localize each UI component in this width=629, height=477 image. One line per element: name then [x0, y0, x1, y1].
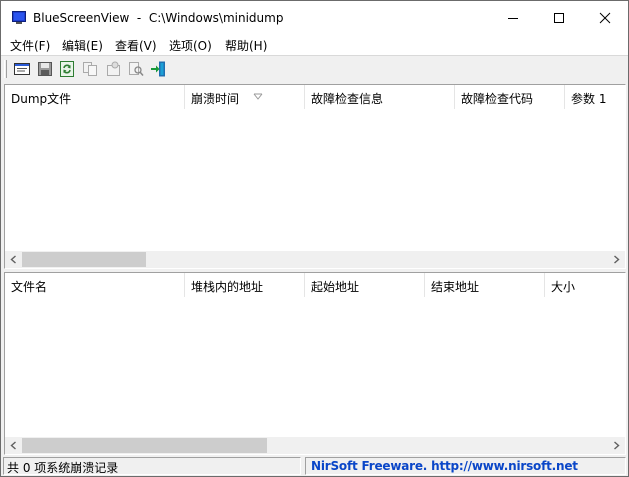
toolbar-grip[interactable] — [4, 60, 7, 78]
column-label: 起始地址 — [311, 280, 360, 294]
scroll-right-button[interactable] — [608, 251, 625, 268]
title-bar[interactable]: BlueScreenView - C:\Windows\minidump — [1, 1, 628, 35]
chevron-right-icon — [614, 441, 620, 450]
column-to-address[interactable]: 结束地址 — [425, 273, 545, 297]
chevron-left-icon — [10, 255, 16, 264]
save-icon[interactable] — [36, 60, 54, 78]
menu-edit[interactable]: 编辑(E) — [62, 37, 103, 54]
column-bugcheck-string[interactable]: 故障检查信息 — [305, 85, 455, 109]
toolbar — [1, 55, 628, 81]
scroll-thumb[interactable] — [22, 252, 146, 267]
maximize-button[interactable] — [536, 1, 582, 35]
menu-options[interactable]: 选项(O) — [169, 37, 212, 54]
close-button[interactable] — [582, 1, 628, 35]
refresh-icon[interactable] — [58, 60, 76, 78]
find-icon[interactable] — [127, 60, 145, 78]
column-size[interactable]: 大小 — [545, 273, 625, 297]
minimize-button[interactable] — [490, 1, 536, 35]
status-count-panel: 共 0 项系统崩溃记录 — [3, 457, 301, 475]
column-dump-file[interactable]: Dump文件 — [5, 85, 185, 109]
scroll-left-button[interactable] — [5, 437, 22, 454]
chevron-left-icon — [10, 441, 16, 450]
driver-list-hscrollbar[interactable] — [5, 437, 625, 454]
column-filename[interactable]: 文件名 — [5, 273, 185, 297]
status-bar: 共 0 项系统崩溃记录 NirSoft Freeware. http://www… — [1, 455, 628, 476]
properties-window-icon[interactable] — [13, 60, 31, 78]
column-label: 参数 1 — [571, 92, 607, 106]
column-label: 文件名 — [11, 280, 48, 294]
close-icon — [599, 12, 611, 24]
column-parameter-1[interactable]: 参数 1 — [565, 85, 625, 109]
scroll-thumb[interactable] — [22, 438, 267, 453]
minimize-icon — [508, 18, 518, 19]
status-link-panel: NirSoft Freeware. http://www.nirsoft.net — [305, 457, 626, 475]
column-label: 堆栈内的地址 — [191, 280, 264, 294]
advanced-options-icon[interactable] — [104, 60, 122, 78]
column-label: 故障检查信息 — [311, 92, 384, 106]
column-from-address[interactable]: 起始地址 — [305, 273, 425, 297]
nirsoft-link[interactable]: NirSoft Freeware. http://www.nirsoft.net — [311, 459, 578, 473]
driver-list-header: 文件名 堆栈内的地址 起始地址 结束地址 大小 — [5, 273, 625, 297]
chevron-right-icon — [614, 255, 620, 264]
scroll-left-button[interactable] — [5, 251, 22, 268]
driver-list-pane[interactable]: 文件名 堆栈内的地址 起始地址 结束地址 大小 — [4, 272, 626, 455]
menu-help[interactable]: 帮助(H) — [225, 37, 267, 54]
column-label: 结束地址 — [431, 280, 480, 294]
column-crash-time[interactable]: 崩溃时间 — [185, 85, 305, 109]
column-bugcheck-code[interactable]: 故障检查代码 — [455, 85, 565, 109]
menu-bar: 文件(F) 编辑(E) 查看(V) 选项(O) 帮助(H) — [1, 35, 628, 55]
status-count-text: 共 0 项系统崩溃记录 — [7, 461, 119, 475]
column-label: 故障检查代码 — [461, 92, 534, 106]
crash-list-hscrollbar[interactable] — [5, 251, 625, 268]
column-label: 大小 — [551, 280, 576, 294]
scroll-right-button[interactable] — [608, 437, 625, 454]
menu-view[interactable]: 查看(V) — [115, 37, 157, 54]
column-label: Dump文件 — [11, 92, 72, 106]
maximize-icon — [554, 13, 564, 23]
window-title: BlueScreenView - C:\Windows\minidump — [33, 11, 284, 25]
column-label: 崩溃时间 — [191, 92, 240, 106]
menu-file[interactable]: 文件(F) — [10, 37, 50, 54]
exit-icon[interactable] — [150, 60, 168, 78]
crash-list-pane[interactable]: Dump文件 崩溃时间 故障检查信息 故障检查代码 参数 1 — [4, 84, 626, 269]
copy-icon[interactable] — [81, 60, 99, 78]
crash-list-header: Dump文件 崩溃时间 故障检查信息 故障检查代码 参数 1 — [5, 85, 625, 109]
sort-descending-icon — [253, 93, 263, 100]
column-address-in-stack[interactable]: 堆栈内的地址 — [185, 273, 305, 297]
bluescreenview-app-icon — [12, 11, 26, 25]
app-window: BlueScreenView - C:\Windows\minidump 文件(… — [0, 0, 629, 477]
